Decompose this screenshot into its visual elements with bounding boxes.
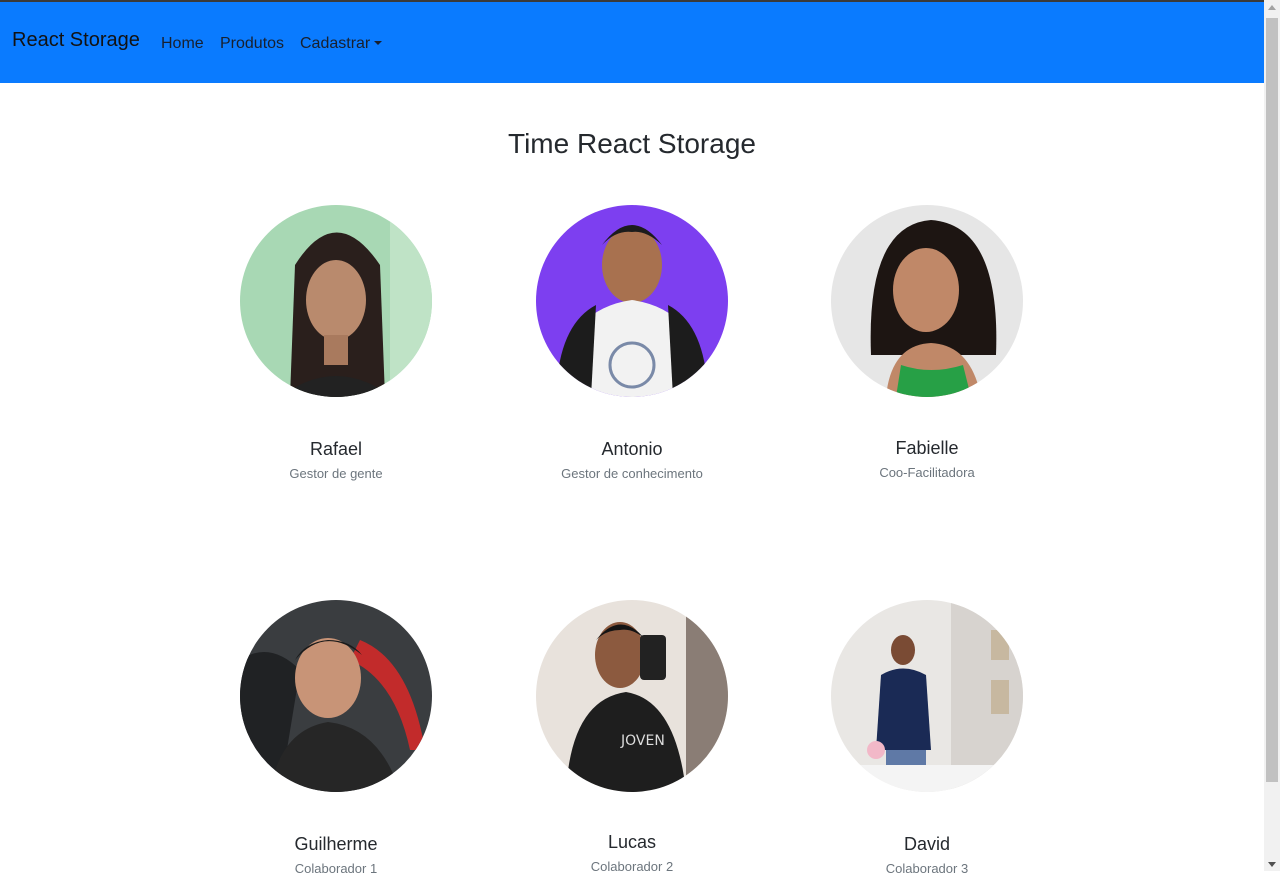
member-name: Lucas — [607, 832, 657, 852]
member-role: Colaborador 2 — [590, 859, 674, 874]
member-role: Gestor de conhecimento — [561, 466, 703, 481]
scroll-thumb[interactable] — [1266, 18, 1278, 782]
avatar-photo: JOVEN — [536, 600, 728, 792]
navbar: React Storage Home Produtos Cadastrar — [0, 2, 1264, 83]
member-role: Coo-Facilitadora — [879, 465, 975, 480]
avatar-photo — [240, 600, 432, 792]
nav-link-home[interactable]: Home — [161, 35, 204, 53]
avatar-photo — [536, 205, 728, 397]
svg-text:JOVEN: JOVEN — [620, 733, 665, 749]
page-title: Time React Storage — [508, 128, 756, 159]
member-name: Rafael — [309, 439, 363, 459]
member-name: Fabielle — [895, 438, 959, 458]
avatar-photo — [831, 205, 1023, 397]
scroll-up-arrow-icon[interactable] — [1268, 5, 1276, 10]
avatar-photo — [831, 600, 1023, 792]
member-role: Colaborador 1 — [294, 861, 378, 876]
member-name: David — [903, 834, 951, 854]
nav-dropdown-label: Cadastrar — [300, 35, 371, 52]
member-name: Guilherme — [294, 834, 378, 854]
team-card-lucas: JOVEN Lucas Colaborador 2 — [532, 600, 732, 874]
team-card-antonio: Antonio Gestor de conhecimento — [532, 205, 732, 481]
nav-link-produtos[interactable]: Produtos — [220, 35, 284, 53]
scroll-down-arrow-icon[interactable] — [1268, 862, 1276, 867]
navbar-brand[interactable]: React Storage — [12, 29, 140, 52]
team-card-david: David Colaborador 3 — [827, 600, 1027, 876]
team-card-fabielle: Fabielle Coo-Facilitadora — [827, 205, 1027, 480]
member-name: Antonio — [601, 439, 663, 459]
team-card-guilherme: Guilherme Colaborador 1 — [236, 600, 436, 876]
vertical-scrollbar[interactable] — [1264, 0, 1280, 871]
avatar-photo — [240, 205, 432, 397]
caret-down-icon — [374, 41, 383, 45]
team-card-rafael: Rafael Gestor de gente — [236, 205, 436, 481]
member-role: Gestor de gente — [289, 466, 383, 481]
nav-dropdown-cadastrar[interactable]: Cadastrar — [300, 35, 383, 53]
member-role: Colaborador 3 — [885, 861, 969, 876]
